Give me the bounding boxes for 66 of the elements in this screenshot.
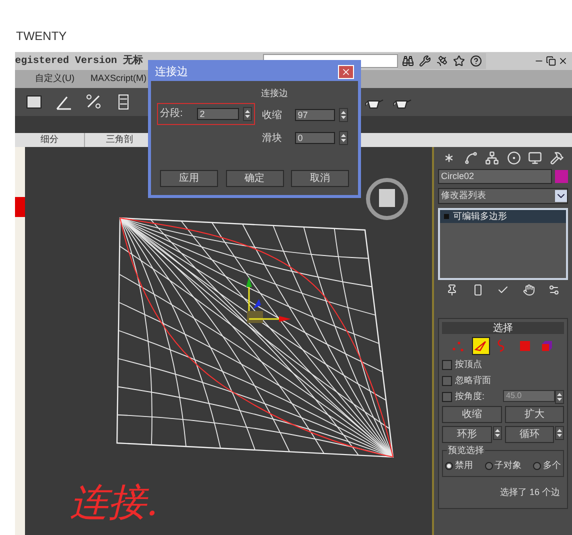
rollout-header[interactable]: 选择 xyxy=(442,322,564,334)
spinner-field[interactable]: 2 xyxy=(196,108,239,120)
target-icon[interactable] xyxy=(506,151,521,165)
handwritten-annotation: 连接. xyxy=(70,479,158,526)
curve-icon[interactable] xyxy=(464,151,478,165)
checkbox-label: 按角度: xyxy=(455,390,485,403)
rollout-button[interactable]: 扩大 xyxy=(504,406,564,423)
rollout-button[interactable]: 循环 xyxy=(504,426,554,443)
restore-icon[interactable] xyxy=(546,56,556,66)
binoculars-icon[interactable] xyxy=(402,55,414,67)
configure-icon[interactable] xyxy=(548,284,560,296)
stack-item[interactable]: 可编辑多边形 xyxy=(440,210,566,223)
selection-status: 选择了 16 个边 xyxy=(500,486,561,498)
wrench-icon[interactable] xyxy=(419,55,432,67)
star-icon[interactable] xyxy=(453,55,466,67)
spinner-arrows[interactable] xyxy=(242,106,252,120)
menu-item[interactable]: MAXScript(M) xyxy=(90,72,146,86)
checkbox-label: 按顶点 xyxy=(455,358,482,371)
dialog-button[interactable]: 确定 xyxy=(226,170,284,187)
check-icon[interactable] xyxy=(497,284,509,296)
hammer-icon[interactable] xyxy=(550,151,564,165)
close-button[interactable] xyxy=(338,65,354,79)
group-title: 预览选择 xyxy=(447,444,485,458)
checkbox[interactable] xyxy=(442,376,452,386)
checkbox-label: 忽略背面 xyxy=(455,374,491,387)
radio-label: 禁用 xyxy=(455,459,473,472)
spinner-arrows[interactable] xyxy=(338,131,348,145)
view-cube-drawing[interactable] xyxy=(365,177,409,221)
spinner-arrows[interactable] xyxy=(555,390,564,404)
hierarchy-icon[interactable] xyxy=(485,151,500,165)
spinner-field[interactable]: 0 xyxy=(294,132,335,144)
help-icon[interactable] xyxy=(470,55,482,67)
dialog-title: 连接边 xyxy=(155,64,188,80)
field-label: 分段: xyxy=(160,107,183,121)
satellite-icon[interactable] xyxy=(436,55,448,67)
spinner-arrows[interactable] xyxy=(338,108,348,122)
spinner-field[interactable]: 97 xyxy=(294,109,335,121)
percent-snap-icon[interactable] xyxy=(85,93,103,111)
radio-label: 子对象 xyxy=(494,459,522,472)
edge-level-icon[interactable] xyxy=(472,337,490,355)
object-name-field[interactable]: Circle02 xyxy=(438,169,552,184)
chevron-down-icon[interactable] xyxy=(555,190,567,202)
window-title: egistered Version 无标 xyxy=(15,54,144,68)
spinner-arrows[interactable] xyxy=(492,426,502,440)
dialog-button[interactable]: 应用 xyxy=(160,170,218,187)
radio-button[interactable] xyxy=(533,462,541,470)
menu-item[interactable]: 自定义(U) xyxy=(35,72,74,86)
field-label: 收缩 xyxy=(260,108,283,122)
dialog-button[interactable]: 取消 xyxy=(291,170,349,187)
object-color-swatch[interactable] xyxy=(555,170,568,183)
page-heading: TWENTY xyxy=(16,29,67,43)
close-icon xyxy=(341,67,351,77)
field-label: 滑块 xyxy=(260,132,283,146)
close-icon[interactable] xyxy=(558,56,568,66)
rollout-button[interactable]: 环形 xyxy=(442,426,492,443)
radio-label: 多个 xyxy=(543,459,561,472)
hand-icon[interactable] xyxy=(522,284,534,296)
modifier-list-dropdown[interactable]: 修改器列表 xyxy=(438,188,568,204)
radio-button[interactable] xyxy=(484,462,492,470)
monitor-icon[interactable] xyxy=(528,151,542,165)
radio-button[interactable] xyxy=(445,462,453,470)
checkbox[interactable] xyxy=(442,360,452,370)
pin-icon[interactable] xyxy=(446,284,458,296)
spinner-arrows[interactable] xyxy=(555,426,564,440)
rollout-button[interactable]: 收缩 xyxy=(442,406,502,423)
group-title: 连接边 xyxy=(261,87,288,100)
